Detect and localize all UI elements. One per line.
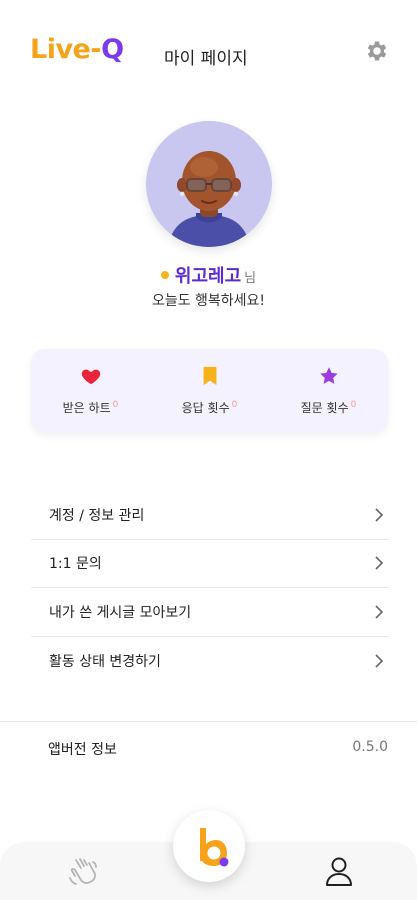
stat-label: 응답 횟수: [181, 401, 230, 415]
name-honorific: 님: [244, 271, 257, 286]
app-version-row: 앱버전 정보 0.5.0: [48, 739, 388, 759]
stat-answer-count[interactable]: 응답 횟수 0: [150, 349, 269, 433]
bookmark-icon: [203, 366, 216, 386]
menu-item-label: 내가 쓴 게시글 모아보기: [49, 604, 192, 621]
chevron-right-icon: [375, 556, 384, 570]
avatar-illustration: [146, 121, 272, 247]
app-header: Live-Q 마이 페이지: [0, 0, 417, 104]
menu-activity-status[interactable]: 활동 상태 변경하기: [31, 637, 388, 686]
chevron-right-icon: [375, 508, 384, 522]
menu-inquiry[interactable]: 1:1 문의: [31, 540, 388, 588]
avatar[interactable]: [146, 121, 272, 247]
stat-label: 질문 횟수: [300, 401, 349, 415]
gear-icon[interactable]: [364, 38, 390, 64]
section-divider: [0, 721, 417, 722]
chevron-right-icon: [375, 605, 384, 619]
chevron-right-icon: [375, 654, 384, 668]
stat-question-count[interactable]: 질문 횟수 0: [269, 349, 388, 433]
star-icon: [319, 367, 338, 384]
page-title: 마이 페이지: [164, 49, 248, 69]
status-dot: [160, 271, 169, 279]
user-name: 위고레고: [174, 266, 242, 287]
greeting-text: 오늘도 행복하세요!: [151, 293, 266, 309]
home-center-button[interactable]: [173, 810, 245, 882]
version-value: 0.5.0: [352, 739, 388, 755]
stat-received-hearts[interactable]: 받은 하트 0: [31, 349, 150, 433]
stat-count: 0: [231, 400, 238, 410]
profile-icon[interactable]: [324, 855, 354, 887]
menu-item-label: 활동 상태 변경하기: [49, 653, 161, 670]
menu-item-label: 계정 / 정보 관리: [49, 507, 145, 524]
stat-count: 0: [112, 400, 119, 410]
heart-icon: [81, 369, 100, 385]
settings-menu: 계정 / 정보 관리 1:1 문의 내가 쓴 게시글 모아보기 활동 상태 변경…: [31, 491, 388, 685]
logo-live-text: Live: [30, 34, 91, 65]
logo-q-text: Q: [101, 34, 124, 65]
menu-my-posts[interactable]: 내가 쓴 게시글 모아보기: [31, 588, 388, 637]
menu-account-info[interactable]: 계정 / 정보 관리: [31, 491, 388, 540]
stats-card: 받은 하트 0 응답 횟수 0 질문 횟수 0: [31, 349, 388, 433]
waving-hand-icon[interactable]: [66, 856, 100, 890]
stat-label: 받은 하트: [62, 401, 111, 415]
profile-name-row: 위고레고 님: [0, 262, 417, 288]
app-logo[interactable]: Live-Q: [30, 34, 124, 65]
menu-item-label: 1:1 문의: [49, 556, 102, 573]
version-label: 앱버전 정보: [48, 742, 117, 758]
stat-count: 0: [350, 400, 357, 410]
app-logo-icon: [200, 828, 229, 867]
logo-dash-text: -: [90, 34, 102, 65]
